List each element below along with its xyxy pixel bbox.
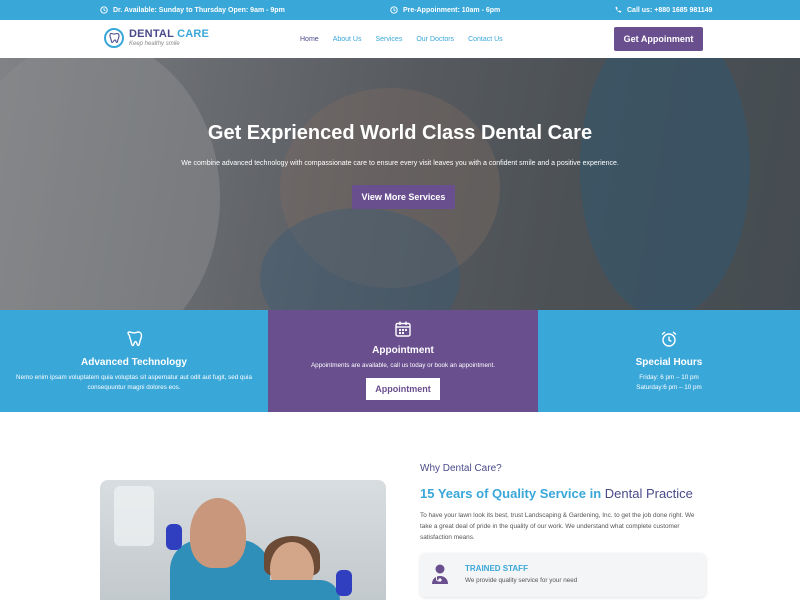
feature-title: Special Hours xyxy=(635,357,703,368)
nav-item-our-doctors[interactable]: Our Doctors xyxy=(416,36,454,43)
hero-title: Get Exprienced World Class Dental Care xyxy=(207,122,593,144)
main-navigation: DENTAL CARE Keep healthy smile Home Abou… xyxy=(0,20,800,58)
staff-photo xyxy=(100,480,386,600)
nav-menu: Home About Us Services Our Doctors Conta… xyxy=(300,20,517,58)
availability-info: Dr. Available: Sunday to Thursday Open: … xyxy=(100,0,285,20)
hero-subtitle: We combine advanced technology with comp… xyxy=(181,160,619,167)
calendar-icon xyxy=(395,321,411,337)
logo[interactable]: DENTAL CARE Keep healthy smile xyxy=(104,28,209,48)
hero-banner: Get Exprienced World Class Dental Care W… xyxy=(0,58,800,310)
feature-appointment: Appointment Appointments are available, … xyxy=(268,310,538,412)
nav-item-home[interactable]: Home xyxy=(300,36,319,43)
pre-appointment-text: Pre-Appoinment: 10am - 6pm xyxy=(403,6,501,14)
hero-overlay xyxy=(0,58,800,310)
feature-text: Friday: 6 pm – 10 pm Saturday:6 pm – 10 … xyxy=(548,373,790,393)
trained-staff-card: TRAINED STAFF We provide quality service… xyxy=(420,553,706,597)
why-paragraph: To have your lawn look its best, trust L… xyxy=(420,512,695,541)
why-title: 15 Years of Quality Service in Dental Pr… xyxy=(420,486,693,501)
phone-icon xyxy=(615,6,622,13)
card-title: TRAINED STAFF xyxy=(465,564,528,573)
glove-shape xyxy=(336,570,352,596)
feature-strip: Advanced Technology Nemo enim ipsam volu… xyxy=(0,310,800,412)
why-title-rest: Dental Practice xyxy=(604,486,693,501)
logo-name-care: CARE xyxy=(177,28,210,40)
feature-text: Nemo enim ipsam voluptatem quia voluptas… xyxy=(16,374,252,391)
top-info-bar: Dr. Available: Sunday to Thursday Open: … xyxy=(0,0,800,20)
feature-text: Appointments are available, call us toda… xyxy=(310,362,496,369)
view-more-services-button[interactable]: View More Services xyxy=(352,185,455,209)
appointment-button[interactable]: Appointment xyxy=(366,378,440,400)
logo-name: DENTAL CARE xyxy=(129,29,209,40)
logo-tagline: Keep healthy smile xyxy=(129,41,180,47)
dental-lamp-shape xyxy=(114,486,154,546)
glove-shape xyxy=(166,524,182,550)
why-kicker: Why Dental Care? xyxy=(420,463,502,474)
feature-title: Advanced Technology xyxy=(81,357,187,368)
assistant-body-shape xyxy=(250,580,340,600)
logo-name-dental: DENTAL xyxy=(129,28,174,40)
hours-line-saturday: Saturday:6 pm – 10 pm xyxy=(636,384,702,391)
nav-item-contact-us[interactable]: Contact Us xyxy=(468,36,503,43)
availability-text: Dr. Available: Sunday to Thursday Open: … xyxy=(113,6,285,14)
feature-advanced-technology: Advanced Technology Nemo enim ipsam volu… xyxy=(0,310,268,412)
phone-text[interactable]: Call us: +880 1685 981149 xyxy=(627,7,712,14)
tooth-icon xyxy=(127,331,143,347)
clock-icon xyxy=(390,6,398,14)
hours-line-friday: Friday: 6 pm – 10 pm xyxy=(639,374,699,381)
alarm-clock-icon xyxy=(661,331,677,347)
phone-info[interactable]: Call us: +880 1685 981149 xyxy=(614,0,712,20)
feature-title: Appointment xyxy=(372,345,434,356)
pre-appointment-info: Pre-Appoinment: 10am - 6pm xyxy=(390,0,500,20)
nav-item-about-us[interactable]: About Us xyxy=(333,36,362,43)
get-appointment-button[interactable]: Get Appoinment xyxy=(614,27,703,51)
why-title-highlight: 15 Years of Quality Service in xyxy=(420,486,602,501)
feature-special-hours: Special Hours Friday: 6 pm – 10 pm Satur… xyxy=(538,310,800,412)
doctor-icon xyxy=(432,564,448,584)
dentist-head-shape xyxy=(190,498,246,568)
nav-item-services[interactable]: Services xyxy=(375,36,402,43)
card-text: We provide quality service for your need xyxy=(465,577,578,584)
tooth-logo-icon xyxy=(104,28,124,48)
clock-icon xyxy=(100,6,108,14)
